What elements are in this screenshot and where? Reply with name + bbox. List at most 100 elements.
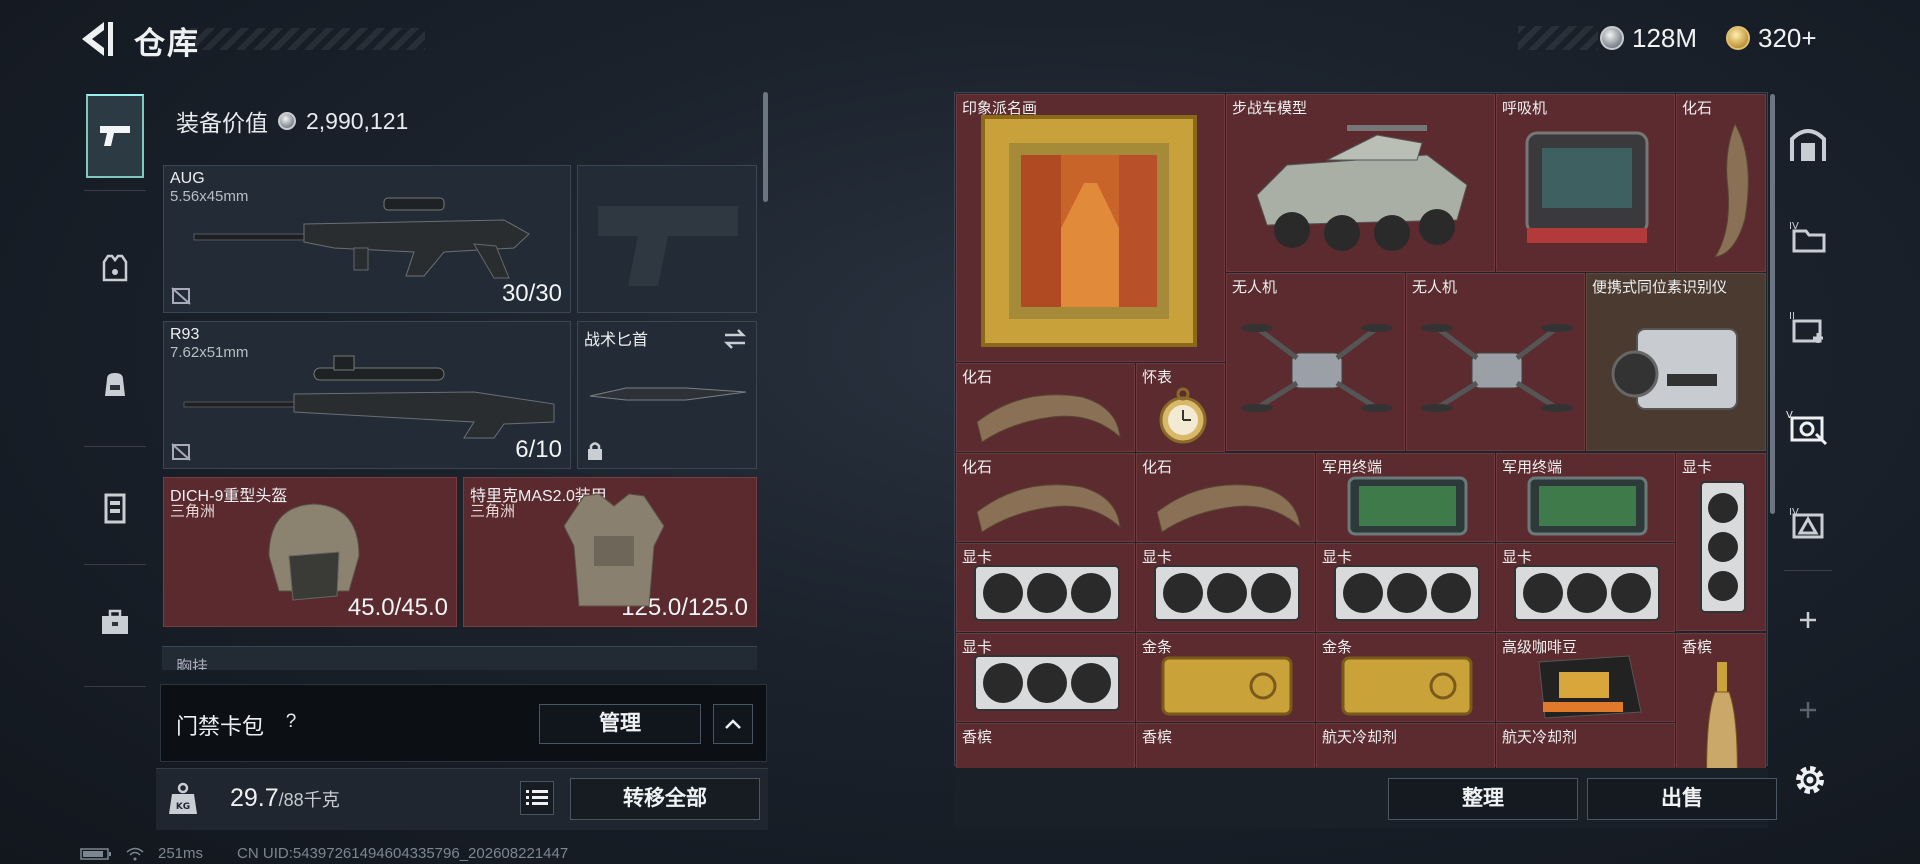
stash-item-fossil-1[interactable]: 化石 (956, 363, 1135, 452)
military-terminal-image (1347, 476, 1468, 536)
nav-case[interactable] (86, 580, 144, 664)
stash-item-ventilator[interactable]: 呼吸机 (1496, 94, 1675, 272)
stash-item-champagne-vertical[interactable]: 香槟 (1676, 633, 1766, 768)
stash-item-gpu-5[interactable]: 显卡 (956, 633, 1135, 722)
helmet-slot[interactable]: DICH-9重型头盔 三角洲 45.0/45.0 (163, 477, 457, 627)
coffee-bag-image (1538, 655, 1642, 719)
stash-item-fossil-3[interactable]: 化石 (1136, 453, 1315, 542)
settings-gear-icon[interactable] (1790, 760, 1830, 800)
stash-page-5[interactable]: V (1782, 394, 1834, 458)
stash-item-painting[interactable]: 印象派名画 (956, 94, 1225, 362)
plus-icon (1800, 612, 1816, 628)
item-label: 显卡 (962, 549, 993, 566)
nav-weapons[interactable] (86, 94, 144, 178)
item-label: 呼吸机 (1502, 100, 1548, 117)
help-icon[interactable]: ? (278, 709, 304, 735)
stash-item-fossil-2[interactable]: 化石 (956, 453, 1135, 542)
item-label: 航天冷却剂 (1322, 729, 1398, 746)
stash-grid: 印象派名画 步战车模型 呼吸机 化石 无人机 无人机 便携式同位素识别仪 化石 … (956, 94, 1766, 768)
armor-slot[interactable]: 特里克MAS2.0装甲 三角洲 125.0/125.0 (463, 477, 757, 627)
painting-image (981, 115, 1197, 347)
nav-backpack[interactable] (86, 342, 144, 426)
stash-item-champagne-2[interactable]: 香槟 (1136, 723, 1315, 768)
item-label: 金条 (1322, 639, 1353, 656)
folder-icon: IV (1789, 221, 1826, 253)
plus-icon (1800, 702, 1816, 718)
stash-scrollbar[interactable] (1770, 94, 1775, 514)
battery-icon (80, 847, 111, 860)
stash-item-military-terminal-2[interactable]: 军用终端 (1496, 453, 1675, 542)
stash-page-4[interactable]: IV (1782, 204, 1834, 268)
stash-item-pocket-watch[interactable]: 怀表 (1136, 363, 1225, 452)
page-title: 仓库 (134, 26, 200, 61)
stash-item-gpu-2[interactable]: 显卡 (1136, 543, 1315, 632)
chest-rig-slot[interactable]: 胸挂 (162, 646, 757, 670)
back-button[interactable] (78, 18, 116, 60)
primary-weapon-slot[interactable]: AUG 5.56x45mm 30/30 (163, 165, 571, 313)
item-label: 显卡 (1682, 459, 1713, 476)
melee-slot[interactable]: 战术匕首 (577, 321, 757, 469)
graphics-card-image (974, 565, 1120, 621)
secondary-weapon-slot[interactable]: R93 7.62x51mm 6/10 (163, 321, 571, 469)
stash-page-main[interactable] (1782, 112, 1834, 176)
keycard-pack-label: 门禁卡包 (176, 714, 265, 739)
stash-item-coffee-beans[interactable]: 高级咖啡豆 (1496, 633, 1675, 722)
medical-case-icon: II (1789, 311, 1823, 343)
equipment-scrollbar[interactable] (763, 92, 768, 202)
item-label: 怀表 (1142, 369, 1173, 386)
graphics-card-image (1514, 565, 1660, 621)
currency-gold[interactable]: 320+ (1726, 20, 1817, 56)
vault-icon (1790, 129, 1826, 161)
swap-icon[interactable] (722, 328, 748, 350)
expand-button[interactable] (713, 704, 753, 744)
armor-case-icon: IV (1789, 507, 1824, 539)
weight-max: /88千克 (278, 790, 340, 810)
equipment-value-label: 装备价值 (176, 110, 268, 136)
transfer-all-button[interactable]: 转移全部 (570, 778, 760, 820)
item-label: 香槟 (962, 729, 993, 746)
stash-item-military-terminal-1[interactable]: 军用终端 (1316, 453, 1495, 542)
helmet-origin: 三角洲 (170, 503, 216, 520)
stash-item-gpu-4[interactable]: 显卡 (1496, 543, 1675, 632)
stash-item-ifv-model[interactable]: 步战车模型 (1226, 94, 1495, 272)
manage-button[interactable]: 管理 (539, 704, 701, 744)
svg-text:KG: KG (176, 802, 190, 812)
gold-amount: 320+ (1758, 22, 1817, 53)
pistol-slot[interactable] (577, 165, 757, 313)
stash-item-fossil-tall[interactable]: 化石 (1676, 94, 1766, 272)
pistol-icon (100, 126, 130, 146)
add-stash-page-button[interactable] (1782, 588, 1834, 652)
item-label: 军用终端 (1502, 459, 1563, 476)
sell-button[interactable]: 出售 (1587, 778, 1777, 820)
stash-page-2[interactable]: II (1782, 294, 1834, 358)
stash-item-coolant-1[interactable]: 航天冷却剂 (1316, 723, 1495, 768)
stash-item-gold-bar-1[interactable]: 金条 (1136, 633, 1315, 722)
stash-item-isotope-identifier[interactable]: 便携式同位素识别仪 (1586, 273, 1766, 451)
status-bar: 251ms CN UID:54397261494604335796_202608… (80, 845, 568, 862)
drone-image (1421, 324, 1573, 412)
list-view-button[interactable] (520, 781, 554, 815)
stash-item-gpu-vertical[interactable]: 显卡 (1676, 453, 1766, 631)
item-label: 显卡 (962, 639, 993, 656)
ping-readout: 251ms (158, 845, 204, 862)
stash-item-gold-bar-2[interactable]: 金条 (1316, 633, 1495, 722)
sort-button[interactable]: 整理 (1388, 778, 1578, 820)
stash-item-drone-1[interactable]: 无人机 (1226, 273, 1405, 451)
melee-name: 战术匕首 (584, 332, 649, 349)
item-label: 航天冷却剂 (1502, 729, 1578, 746)
stash-page-4b[interactable]: IV (1782, 490, 1834, 554)
stash-item-gpu-1[interactable]: 显卡 (956, 543, 1135, 632)
nav-chest-rig[interactable] (86, 466, 144, 550)
stash-item-drone-2[interactable]: 无人机 (1406, 273, 1585, 451)
equipment-value-amount: 2,990,121 (306, 107, 409, 134)
chest-rig-icon (104, 493, 126, 524)
ventilator-image (1525, 131, 1649, 243)
silver-coin-icon (278, 112, 296, 130)
graphics-card-image (1334, 565, 1480, 621)
stash-item-coolant-2[interactable]: 航天冷却剂 (1496, 723, 1675, 768)
weight-kg-icon: KG (169, 782, 197, 814)
stash-item-champagne-1[interactable]: 香槟 (956, 723, 1135, 768)
stash-item-gpu-3[interactable]: 显卡 (1316, 543, 1495, 632)
nav-gear[interactable] (86, 226, 144, 310)
graphics-card-image (1154, 565, 1300, 621)
